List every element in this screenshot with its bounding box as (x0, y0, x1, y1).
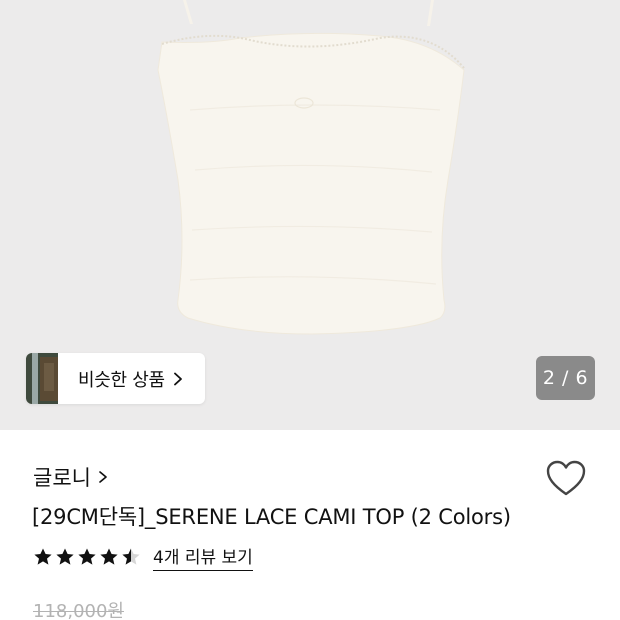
chevron-right-icon (173, 372, 182, 385)
product-title: [29CM단독]_SERENE LACE CAMI TOP (2 Colors) (32, 505, 511, 529)
product-image-gallery[interactable]: 비슷한 상품 2 / 6 (0, 0, 620, 430)
brand-name: 글로니 (33, 466, 91, 490)
similar-products-button[interactable]: 비슷한 상품 (26, 353, 205, 404)
brand-link[interactable]: 글로니 (33, 462, 109, 492)
star-half-icon (122, 548, 140, 565)
star-icon (34, 548, 52, 565)
original-price: 118,000원 (33, 601, 124, 620)
chevron-right-icon (99, 471, 107, 483)
rating-stars (33, 547, 141, 567)
similar-products-label: 비슷한 상품 (78, 369, 165, 391)
image-counter-badge: 2 / 6 (536, 356, 595, 400)
rating-row: 4개 리뷰 보기 (33, 543, 253, 571)
similar-product-thumbnail (26, 353, 58, 404)
star-icon (56, 548, 74, 565)
review-link[interactable]: 4개 리뷰 보기 (153, 543, 253, 571)
star-icon (78, 548, 96, 565)
star-icon (100, 548, 118, 565)
wishlist-heart-icon[interactable] (545, 459, 587, 499)
